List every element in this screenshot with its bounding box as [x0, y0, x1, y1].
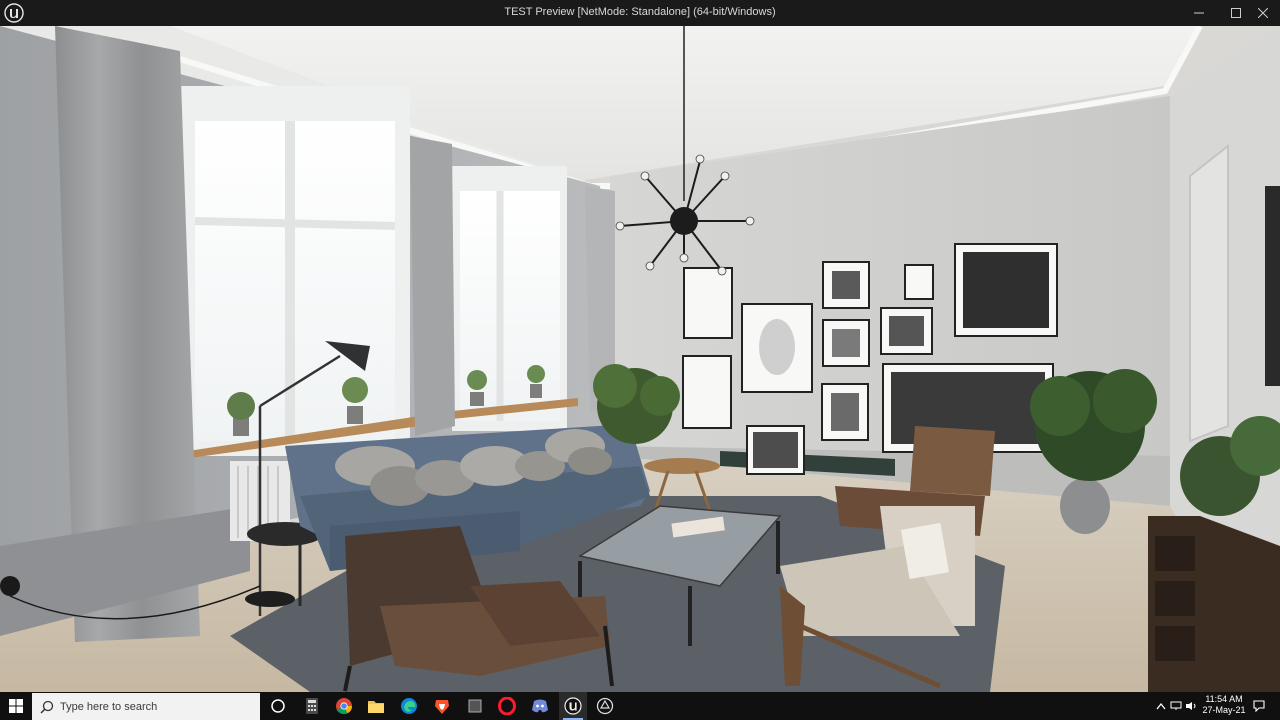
folder-icon [368, 701, 384, 713]
game-viewport[interactable] [0, 26, 1280, 692]
task-view-icon [271, 699, 285, 713]
unreal-engine-icon [564, 697, 582, 715]
taskbar-file-explorer[interactable] [362, 692, 390, 720]
taskbar-chrome[interactable] [330, 692, 358, 720]
notification-icon [1253, 700, 1265, 712]
taskbar-unity[interactable] [591, 692, 619, 720]
discord-icon [532, 699, 548, 713]
show-hidden-icons-button[interactable] [1154, 692, 1168, 720]
taskbar-unreal-engine[interactable] [559, 692, 587, 720]
unity-icon [596, 697, 614, 715]
window-title: TEST Preview [NetMode: Standalone] (64-b… [504, 6, 776, 18]
taskbar-clock[interactable]: 11:54 AM 27-May-21 [1196, 694, 1252, 718]
calculator-icon [306, 698, 318, 714]
search-icon [40, 700, 54, 714]
taskbar-brave[interactable] [428, 692, 456, 720]
close-icon [1258, 8, 1268, 18]
taskbar-opera[interactable] [493, 692, 521, 720]
taskbar-discord[interactable] [526, 692, 554, 720]
notification-center-button[interactable] [1250, 692, 1268, 720]
living-room-render [0, 26, 1280, 692]
application-window: TEST Preview [NetMode: Standalone] (64-b… [0, 0, 1280, 692]
start-button[interactable] [0, 692, 32, 720]
clock-date: 27-May-21 [1202, 705, 1246, 715]
network-tray-button[interactable] [1169, 692, 1183, 720]
minimize-icon [1194, 12, 1204, 14]
network-icon [1170, 701, 1182, 710]
app-window-icon [468, 699, 482, 713]
opera-icon [498, 697, 516, 715]
taskbar-calculator[interactable] [298, 692, 326, 720]
minimize-button[interactable] [1182, 0, 1216, 26]
taskbar-edge[interactable] [395, 692, 423, 720]
windows-taskbar: Type here to search 11:54 AM 27-May-21 [0, 692, 1280, 720]
windows-logo-icon [9, 699, 23, 713]
clock-time: 11:54 AM [1205, 694, 1243, 704]
maximize-icon [1231, 8, 1241, 18]
title-bar[interactable]: TEST Preview [NetMode: Standalone] (64-b… [0, 0, 1280, 26]
close-button[interactable] [1246, 0, 1280, 26]
chevron-up-icon [1156, 702, 1166, 710]
taskbar-app[interactable] [461, 692, 489, 720]
taskbar-search-box[interactable]: Type here to search [32, 693, 260, 720]
search-placeholder: Type here to search [60, 700, 158, 713]
chrome-icon [336, 698, 352, 715]
taskbar-task-view[interactable] [264, 692, 292, 720]
brave-icon [435, 700, 449, 714]
edge-icon [401, 698, 417, 714]
